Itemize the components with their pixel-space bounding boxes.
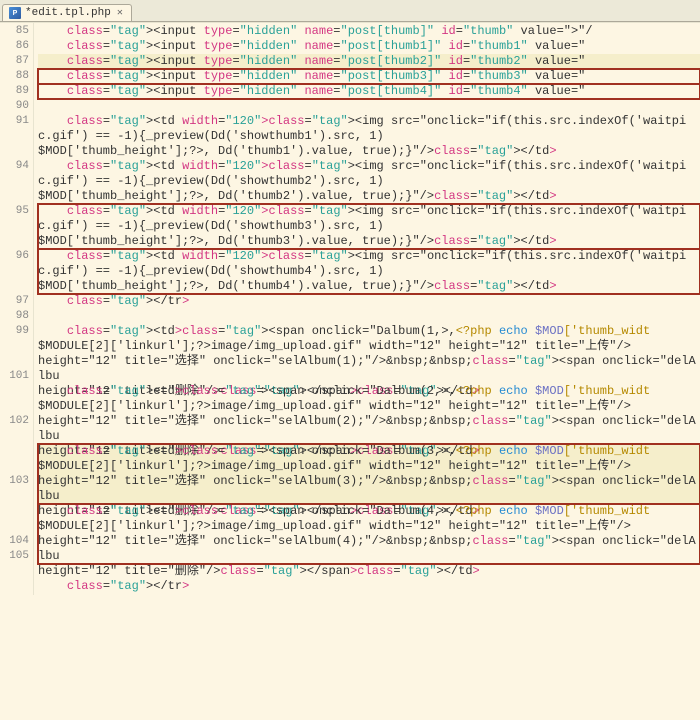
code-line[interactable]: class="tag"><td width="120">class="tag">…: [38, 159, 700, 204]
code-line[interactable]: class="tag"><td>class="tag"><span onclic…: [38, 324, 700, 384]
line-number-gutter: 8586878889909194959697989910110210310410…: [0, 23, 34, 595]
line-number: 98: [0, 309, 29, 324]
line-number: 94: [0, 159, 29, 204]
code-line[interactable]: class="tag"><td width="120">class="tag">…: [38, 114, 700, 159]
code-line[interactable]: [38, 309, 700, 324]
line-number: 90: [0, 99, 29, 114]
line-number: 89: [0, 84, 29, 99]
code-editor[interactable]: 8586878889909194959697989910110210310410…: [0, 22, 700, 595]
line-number: 95: [0, 204, 29, 249]
line-number: 105: [0, 549, 29, 564]
code-line[interactable]: class="tag"></tr>: [38, 294, 700, 309]
line-number: 87: [0, 54, 29, 69]
code-line[interactable]: class="tag"><input type="hidden" name="p…: [38, 54, 700, 69]
file-tab[interactable]: *edit.tpl.php ✕: [2, 4, 132, 21]
close-icon[interactable]: ✕: [115, 8, 125, 18]
code-line[interactable]: class="tag"><td width="120">class="tag">…: [38, 204, 700, 249]
code-line[interactable]: class="tag"><td>class="tag"><span onclic…: [38, 384, 700, 444]
line-number: 101: [0, 369, 29, 414]
code-line[interactable]: [38, 99, 700, 114]
line-number: 85: [0, 24, 29, 39]
code-line[interactable]: class="tag"><input type="hidden" name="p…: [38, 84, 700, 99]
line-number: 99: [0, 324, 29, 369]
tab-bar: *edit.tpl.php ✕: [0, 0, 700, 22]
tab-filename: *edit.tpl.php: [25, 7, 111, 19]
line-number: 97: [0, 294, 29, 309]
code-line[interactable]: class="tag"></tr>: [38, 579, 700, 594]
line-number: 104: [0, 534, 29, 549]
php-file-icon: [9, 7, 21, 19]
code-line[interactable]: class="tag"><input type="hidden" name="p…: [38, 39, 700, 54]
code-line[interactable]: class="tag"><td>class="tag"><span onclic…: [38, 504, 700, 564]
line-number: 86: [0, 39, 29, 54]
code-line[interactable]: class="tag"><input type="hidden" name="p…: [38, 69, 700, 84]
line-number: 91: [0, 114, 29, 159]
line-number: 96: [0, 249, 29, 294]
code-line[interactable]: class="tag"><td width="120">class="tag">…: [38, 249, 700, 294]
code-line[interactable]: class="tag"><input type="hidden" name="p…: [38, 24, 700, 39]
code-area[interactable]: class="tag"><input type="hidden" name="p…: [34, 23, 700, 595]
code-line[interactable]: class="tag"><td>class="tag"><span onclic…: [38, 444, 700, 504]
line-number: 88: [0, 69, 29, 84]
line-number: 102: [0, 414, 29, 474]
line-number: 103: [0, 474, 29, 534]
